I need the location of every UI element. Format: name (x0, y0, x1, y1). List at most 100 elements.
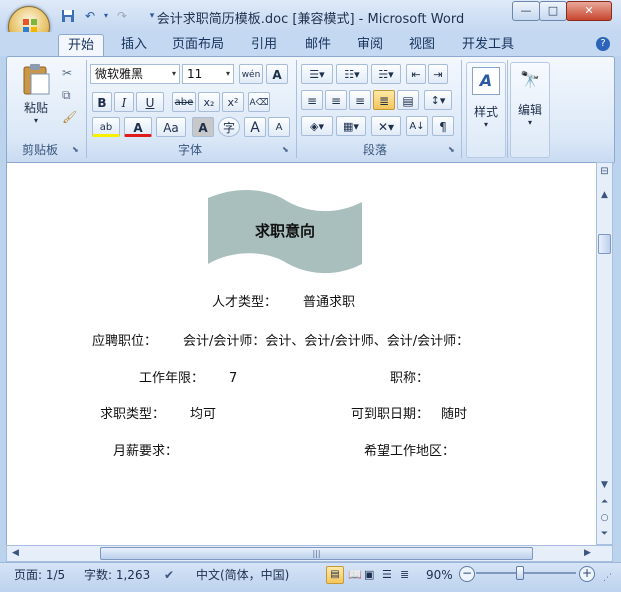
close-button[interactable]: ✕ (566, 1, 612, 21)
word-count[interactable]: 字数: 1,263 (84, 566, 150, 584)
copy-icon[interactable]: ⧉ (62, 88, 71, 103)
italic-button[interactable]: I (114, 92, 134, 112)
font-color-button[interactable]: A (124, 117, 152, 137)
vertical-scroll-thumb[interactable] (598, 234, 611, 254)
tab-view[interactable]: 视图 (400, 34, 444, 56)
font-size-value: 11 (187, 67, 203, 81)
banner-title: 求职意向 (254, 222, 315, 240)
scroll-up-icon[interactable]: ▲ (597, 188, 612, 203)
clear-formatting-button[interactable]: A⌫ (248, 92, 270, 112)
borders-button[interactable]: ▦▾ (336, 116, 366, 136)
outline-icon[interactable]: ☰ (382, 566, 392, 584)
position-value: 会计/会计师：会计、会计/会计师、会计/会计师： (183, 334, 470, 349)
tab-insert[interactable]: 插入 (112, 34, 156, 56)
asian-layout-button[interactable]: ✕▾ (371, 116, 401, 136)
editing-label: 编辑 (517, 103, 542, 117)
talent-type-value: 普通求职 (303, 295, 356, 310)
zoom-out-icon[interactable]: − (459, 566, 475, 582)
styles-dropdown-icon: ▾ (483, 120, 488, 129)
decrease-indent-button[interactable]: ⇤ (406, 64, 426, 84)
line-spacing-button[interactable]: ↕▾ (424, 90, 452, 110)
shading-button[interactable]: ◈▾ (301, 116, 333, 136)
align-center-button[interactable]: ≡ (325, 90, 347, 110)
editing-button[interactable]: 🔭 编辑 ▾ (510, 62, 550, 158)
font-group-label: 字体 (177, 143, 202, 157)
zoom-slider-thumb[interactable] (516, 566, 525, 580)
phonetic-guide-button[interactable]: wén (239, 64, 263, 84)
maximize-button[interactable]: □ (539, 1, 567, 21)
justify-button[interactable]: ≣ (373, 90, 395, 110)
zoom-in-icon[interactable]: + (579, 566, 595, 582)
zoom-slider-track[interactable] (476, 572, 576, 574)
enclose-characters-button[interactable]: 字 (218, 117, 240, 137)
underline-button[interactable]: U (136, 92, 164, 112)
full-screen-reading-icon[interactable]: 📖 (348, 566, 362, 584)
zoom-level[interactable]: 90% (426, 566, 453, 584)
scroll-down-icon[interactable]: ▼ (597, 478, 612, 493)
tab-developer[interactable]: 开发工具 (456, 34, 520, 56)
start-date-label: 可到职日期： (351, 407, 430, 422)
styles-icon: A (472, 67, 500, 95)
resize-grip-icon[interactable]: ⋰ (603, 573, 612, 583)
grow-font-button[interactable]: A (244, 117, 266, 137)
character-border-button[interactable]: A (266, 64, 288, 84)
subscript-button[interactable]: x₂ (198, 92, 220, 112)
print-layout-icon[interactable]: ▤ (326, 566, 344, 584)
align-left-button[interactable]: ≡ (301, 90, 323, 110)
page-indicator[interactable]: 页面: 1/5 (14, 566, 65, 584)
help-icon[interactable]: ? (596, 37, 610, 51)
next-page-icon[interactable]: ⏷ (597, 527, 612, 542)
separator (461, 60, 462, 158)
highlight-button[interactable]: ab (92, 117, 120, 137)
font-name-combo[interactable]: 微软雅黑 ▾ (90, 64, 180, 84)
bullets-button[interactable]: ☰▾ (301, 64, 333, 84)
cut-icon[interactable]: ✂ (62, 66, 72, 80)
tab-home[interactable]: 开始 (58, 34, 104, 57)
work-area-label: 希望工作地区： (364, 444, 456, 459)
bold-button[interactable]: B (92, 92, 112, 112)
numbering-button[interactable]: ☷▾ (336, 64, 368, 84)
select-browse-object-icon[interactable]: ○ (597, 511, 612, 526)
previous-page-icon[interactable]: ⏶ (597, 495, 612, 510)
salary-label: 月薪要求： (113, 444, 179, 459)
sort-button[interactable]: A↓ (406, 116, 428, 136)
scroll-right-icon[interactable]: ▶ (580, 546, 595, 561)
minimize-button[interactable]: — (512, 1, 540, 21)
paragraph-launcher-icon[interactable]: ⬊ (448, 145, 455, 154)
horizontal-scroll-thumb[interactable]: ||| (100, 547, 533, 560)
align-right-button[interactable]: ≡ (349, 90, 371, 110)
talent-type-label: 人才类型： (212, 295, 278, 310)
language-indicator[interactable]: 中文(简体，中国) (196, 566, 289, 584)
separator (296, 60, 297, 158)
work-years-value: 7 (229, 371, 238, 386)
clipboard-launcher-icon[interactable]: ⬊ (72, 145, 79, 154)
font-size-combo[interactable]: 11 ▾ (182, 64, 234, 84)
styles-button[interactable]: A 样式 ▾ (466, 62, 506, 158)
separator (86, 60, 87, 158)
tab-page-layout[interactable]: 页面布局 (166, 34, 230, 56)
proofing-icon[interactable]: ✔ (164, 566, 174, 584)
draft-icon[interactable]: ≣ (400, 566, 409, 584)
multilevel-list-button[interactable]: ☵▾ (371, 64, 401, 84)
superscript-button[interactable]: x² (222, 92, 244, 112)
scroll-left-icon[interactable]: ◀ (8, 546, 23, 561)
font-launcher-icon[interactable]: ⬊ (282, 145, 289, 154)
tab-review[interactable]: 审阅 (348, 34, 392, 56)
paste-label: 粘贴 (23, 101, 48, 115)
distributed-button[interactable]: ▤ (397, 90, 419, 110)
paste-button[interactable]: 粘贴 ▾ (18, 62, 54, 134)
character-shading-button[interactable]: A (192, 117, 214, 137)
tab-references[interactable]: 引用 (242, 34, 286, 56)
format-painter-icon[interactable]: 🖌 (62, 110, 77, 124)
web-layout-icon[interactable]: ▣ (364, 566, 374, 584)
shrink-font-button[interactable]: A (268, 117, 290, 137)
increase-indent-button[interactable]: ⇥ (428, 64, 448, 84)
start-date-value: 随时 (441, 407, 468, 422)
ruler-toggle-icon[interactable]: ⊟ (598, 166, 611, 186)
change-case-button[interactable]: Aa (156, 117, 186, 137)
show-marks-button[interactable]: ¶ (432, 116, 454, 136)
paragraph-group-label: 段落 (362, 143, 387, 157)
strikethrough-button[interactable]: abe (172, 92, 196, 112)
separator (507, 60, 508, 158)
tab-mailings[interactable]: 邮件 (296, 34, 340, 56)
